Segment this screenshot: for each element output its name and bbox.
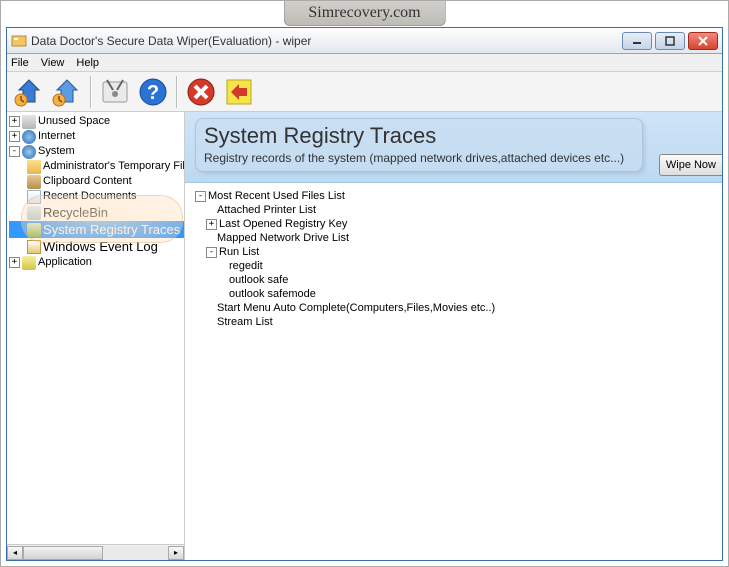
expander-icon[interactable]: -	[206, 247, 217, 258]
scroll-thumb[interactable]	[23, 546, 103, 560]
menu-bar: File View Help	[7, 54, 722, 72]
tree-label: System	[38, 144, 75, 159]
detail-node-outlook-safe[interactable]: outlook safe	[189, 273, 718, 287]
titlebar[interactable]: Data Doctor's Secure Data Wiper(Evaluati…	[7, 28, 722, 54]
detail-label: Run List	[219, 245, 259, 259]
window-title: Data Doctor's Secure Data Wiper(Evaluati…	[31, 34, 622, 48]
horizontal-scrollbar[interactable]: ◂ ▸	[7, 544, 184, 560]
page-title: System Registry Traces	[204, 123, 624, 149]
toolbar: ?	[7, 72, 722, 112]
system-icon	[22, 145, 36, 159]
detail-label: Last Opened Registry Key	[219, 217, 347, 231]
app-window: Data Doctor's Secure Data Wiper(Evaluati…	[6, 27, 723, 561]
expander-icon[interactable]: -	[9, 146, 20, 157]
menu-file[interactable]: File	[11, 57, 29, 69]
expander-icon[interactable]: +	[9, 116, 20, 127]
application-icon	[22, 256, 36, 270]
toolbar-destructive-button-1[interactable]	[11, 74, 47, 110]
svg-text:?: ?	[147, 82, 159, 104]
sidebar: + Unused Space + Internet - System	[7, 112, 185, 560]
document-icon	[27, 190, 41, 204]
detail-node-run-list[interactable]: - Run List	[189, 245, 718, 259]
drive-icon	[22, 115, 36, 129]
scroll-right-button[interactable]: ▸	[168, 546, 184, 560]
detail-node-last-reg[interactable]: + Last Opened Registry Key	[189, 217, 718, 231]
event-log-icon	[27, 240, 41, 254]
expander-icon[interactable]: +	[206, 219, 217, 230]
page-subtitle: Registry records of the system (mapped n…	[204, 151, 624, 165]
tree-node-recycle-bin[interactable]: RecycleBin	[9, 204, 184, 221]
registry-icon	[27, 223, 41, 237]
maximize-button[interactable]	[655, 32, 685, 50]
toolbar-stop-button[interactable]	[183, 74, 219, 110]
recycle-bin-icon	[27, 206, 41, 220]
clipboard-icon	[27, 175, 41, 189]
toolbar-help-button[interactable]: ?	[135, 74, 171, 110]
detail-node-regedit[interactable]: regedit	[189, 259, 718, 273]
expander-icon[interactable]: +	[9, 131, 20, 142]
wipe-now-button[interactable]: Wipe Now	[659, 154, 722, 176]
expander-icon[interactable]: +	[9, 257, 20, 268]
menu-view[interactable]: View	[41, 57, 65, 69]
tree-label: Unused Space	[38, 114, 110, 129]
tree-node-system[interactable]: - System	[9, 144, 184, 159]
tree-label: Clipboard Content	[43, 174, 132, 189]
main-panel: System Registry Traces Registry records …	[185, 112, 722, 560]
detail-node-outlook-safemode[interactable]: outlook safemode	[189, 287, 718, 301]
minimize-button[interactable]	[622, 32, 652, 50]
detail-label: Mapped Network Drive List	[217, 231, 349, 245]
toolbar-action-button[interactable]	[221, 74, 257, 110]
tree-node-unused-space[interactable]: + Unused Space	[9, 114, 184, 129]
category-tree[interactable]: + Unused Space + Internet - System	[7, 112, 184, 544]
globe-icon	[22, 130, 36, 144]
tree-label: Administrator's Temporary Files	[43, 159, 184, 174]
menu-help[interactable]: Help	[76, 57, 99, 69]
tree-label: Internet	[38, 129, 75, 144]
detail-label: Attached Printer List	[217, 203, 316, 217]
tree-label: Windows Event Log	[43, 239, 158, 254]
scroll-left-button[interactable]: ◂	[7, 546, 23, 560]
detail-label: Start Menu Auto Complete(Computers,Files…	[217, 301, 495, 315]
detail-tree[interactable]: - Most Recent Used Files List Attached P…	[185, 183, 722, 560]
detail-label: Stream List	[217, 315, 273, 329]
tree-label: Application	[38, 255, 92, 270]
detail-node-start-menu[interactable]: Start Menu Auto Complete(Computers,Files…	[189, 301, 718, 315]
tree-node-admin-temp[interactable]: Administrator's Temporary Files	[9, 159, 184, 174]
tree-node-recent-docs[interactable]: Recent Documents	[9, 189, 184, 204]
tree-node-internet[interactable]: + Internet	[9, 129, 184, 144]
detail-node-printer[interactable]: Attached Printer List	[189, 203, 718, 217]
tree-node-application[interactable]: + Application	[9, 255, 184, 270]
detail-node-mru[interactable]: - Most Recent Used Files List	[189, 189, 718, 203]
detail-label: Most Recent Used Files List	[208, 189, 345, 203]
tree-label: Recent Documents	[43, 189, 137, 204]
expander-icon[interactable]: -	[195, 191, 206, 202]
toolbar-settings-button[interactable]	[97, 74, 133, 110]
toolbar-separator	[176, 76, 178, 108]
header-bubble: System Registry Traces Registry records …	[195, 118, 643, 172]
detail-label: outlook safe	[229, 273, 288, 287]
site-watermark: Simrecovery.com	[283, 1, 445, 26]
folder-icon	[27, 160, 41, 174]
scroll-track[interactable]	[23, 546, 168, 560]
detail-node-stream-list[interactable]: Stream List	[189, 315, 718, 329]
detail-node-mapped-drive[interactable]: Mapped Network Drive List	[189, 231, 718, 245]
tree-node-clipboard[interactable]: Clipboard Content	[9, 174, 184, 189]
detail-label: outlook safemode	[229, 287, 316, 301]
tree-node-event-log[interactable]: Windows Event Log	[9, 238, 184, 255]
toolbar-separator	[90, 76, 92, 108]
tree-node-registry-traces[interactable]: System Registry Traces	[9, 221, 184, 238]
header-panel: System Registry Traces Registry records …	[185, 112, 722, 183]
tree-label: RecycleBin	[43, 205, 108, 220]
detail-label: regedit	[229, 259, 263, 273]
toolbar-destructive-button-2[interactable]	[49, 74, 85, 110]
app-icon	[11, 33, 27, 49]
close-button[interactable]	[688, 32, 718, 50]
tree-label: System Registry Traces	[43, 222, 180, 237]
